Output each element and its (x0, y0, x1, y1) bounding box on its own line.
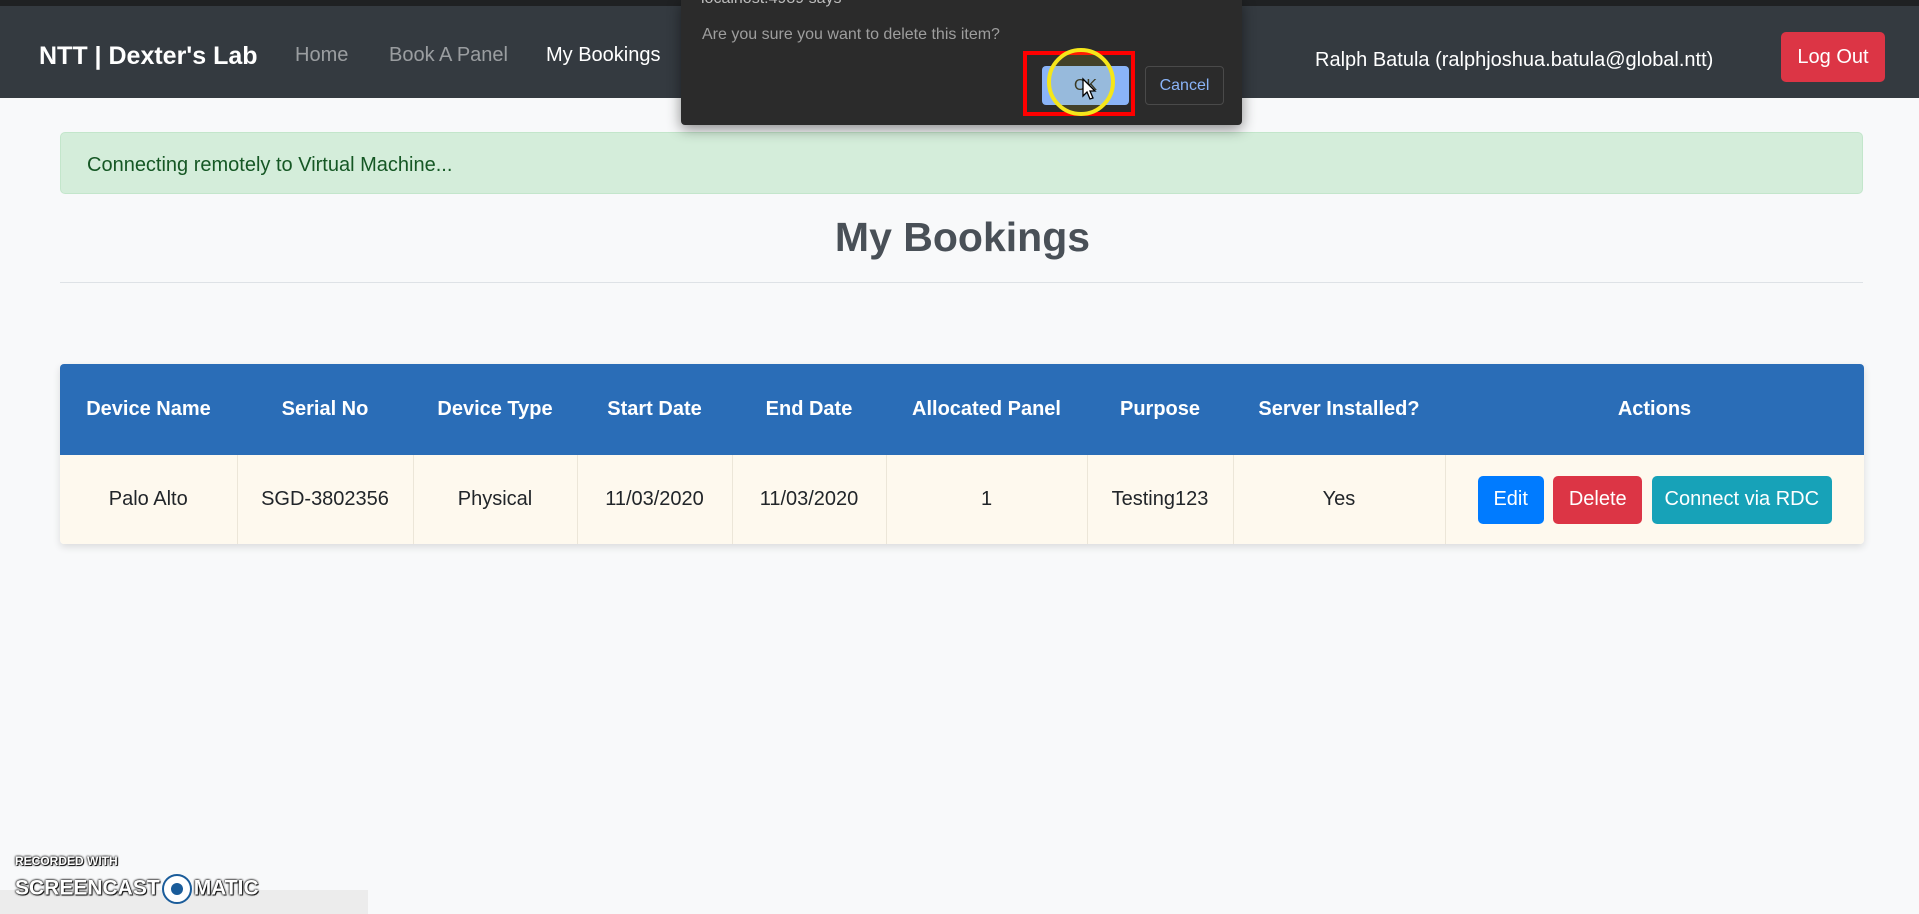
bookings-table: Device Name Serial No Device Type Start … (60, 364, 1864, 544)
bookings-table-container: Device Name Serial No Device Type Start … (60, 364, 1864, 544)
header-device-name: Device Name (86, 398, 211, 420)
nav-home[interactable]: Home (295, 44, 348, 67)
screen: NTT | Dexter's Lab Home Book A Panel My … (0, 0, 1919, 914)
dialog-cancel-button[interactable]: Cancel (1145, 66, 1224, 105)
table-header-row: Device Name Serial No Device Type Start … (60, 364, 1864, 455)
brand-logo[interactable]: NTT | Dexter's Lab (39, 42, 258, 71)
confirm-dialog: localhost:4989 says Are you sure you wan… (681, 0, 1242, 125)
table-row: Palo Alto SGD-3802356 Physical 11/03/202… (60, 455, 1864, 544)
cell-device-type: Physical (413, 455, 578, 544)
header-serial-no: Serial No (281, 398, 369, 420)
watermark-dot-icon (161, 874, 192, 904)
watermark-matic: MATIC (193, 876, 259, 900)
cell-allocated-panel: 1 (886, 455, 1088, 544)
mouse-cursor-icon (1082, 77, 1097, 100)
cell-actions: Edit Delete Connect via RDC (1445, 455, 1864, 544)
watermark-screencast: SCREENCAST (15, 876, 160, 900)
header-allocated-panel: Allocated Panel (912, 398, 1061, 420)
cursor-highlight-ring (1047, 48, 1115, 116)
cell-purpose: Testing123 (1087, 455, 1234, 544)
title-divider (60, 282, 1863, 283)
alert-success: Connecting remotely to Virtual Machine..… (60, 132, 1863, 194)
header-end-date: End Date (765, 398, 853, 420)
header-actions: Actions (1617, 398, 1692, 420)
dialog-message: Are you sure you want to delete this ite… (702, 26, 1000, 43)
nav-my-bookings[interactable]: My Bookings (546, 44, 661, 67)
cell-serial-no: SGD-3802356 (237, 455, 414, 544)
nav-book-a-panel[interactable]: Book A Panel (389, 44, 508, 67)
cell-start-date: 11/03/2020 (577, 455, 733, 544)
cell-server-installed: Yes (1233, 455, 1446, 544)
cell-end-date: 11/03/2020 (732, 455, 887, 544)
watermark-recorded-with: RECORDED WITH (15, 854, 118, 868)
page-title: My Bookings (834, 214, 1091, 260)
connect-rdc-button[interactable]: Connect via RDC (1651, 475, 1832, 524)
header-start-date: Start Date (607, 398, 702, 420)
edit-button[interactable]: Edit (1477, 475, 1544, 524)
watermark-logo: SCREENCAST MATIC (15, 874, 259, 904)
delete-button[interactable]: Delete (1553, 475, 1643, 524)
cell-device-name: Palo Alto (60, 455, 238, 544)
header-device-type: Device Type (437, 398, 553, 420)
dialog-origin: localhost:4989 says (701, 0, 842, 8)
header-server-installed: Server Installed? (1258, 398, 1420, 420)
logout-button[interactable]: Log Out (1781, 32, 1885, 82)
header-purpose: Purpose (1119, 398, 1201, 420)
user-info: Ralph Batula (ralphjoshua.batula@global.… (1315, 49, 1714, 71)
